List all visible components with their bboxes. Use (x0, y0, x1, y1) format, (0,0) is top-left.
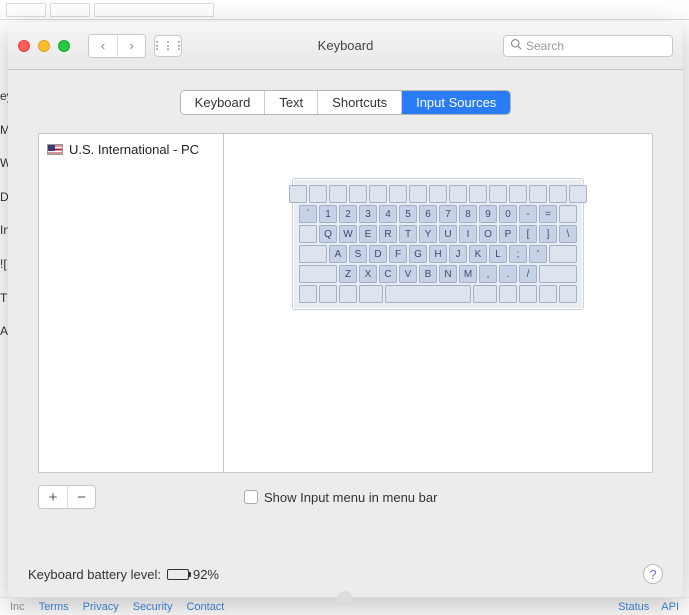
grid-icon: ⋮⋮⋮ (152, 39, 185, 52)
add-source-button[interactable]: + (39, 486, 67, 508)
sources-list[interactable]: U.S. International - PC (39, 134, 224, 472)
tab-input-sources[interactable]: Input Sources (401, 91, 510, 114)
zoom-icon[interactable] (58, 40, 70, 52)
search-input[interactable] (526, 39, 666, 53)
remove-source-button[interactable]: − (67, 486, 95, 508)
footer-text: Inc (10, 601, 25, 613)
footer-link-contact[interactable]: Contact (186, 601, 224, 613)
battery-icon (167, 569, 189, 580)
nav-back-forward: ‹ › (88, 34, 146, 58)
checkbox-icon (244, 490, 258, 504)
browser-tab-stub (50, 3, 90, 17)
layout-preview: `1234567890-= QWERTYUIOP[]\ ASDFGHJKL;' … (224, 134, 652, 472)
search-field[interactable] (503, 35, 673, 57)
tab-shortcuts[interactable]: Shortcuts (317, 91, 401, 114)
show-all-button[interactable]: ⋮⋮⋮ (154, 35, 182, 57)
footer: Keyboard battery level: 92% ? (28, 564, 663, 584)
preferences-window: ‹ › ⋮⋮⋮ Keyboard Keyboard Text Shortcuts… (8, 22, 683, 598)
us-flag-icon (47, 144, 63, 155)
source-label: U.S. International - PC (69, 142, 199, 157)
chevron-left-icon: ‹ (101, 38, 105, 53)
show-input-menu-checkbox[interactable]: Show Input menu in menu bar (244, 490, 437, 505)
add-remove-group: + − (38, 485, 96, 509)
tab-keyboard[interactable]: Keyboard (181, 91, 265, 114)
footer-link-privacy[interactable]: Privacy (83, 601, 119, 613)
close-icon[interactable] (18, 40, 30, 52)
battery-label: Keyboard battery level: (28, 567, 161, 582)
search-icon (510, 37, 522, 55)
tabs: Keyboard Text Shortcuts Input Sources (38, 90, 653, 115)
tab-text[interactable]: Text (264, 91, 317, 114)
page-footer: Inc Terms Privacy Security Contact Statu… (0, 597, 689, 615)
help-button[interactable]: ? (643, 564, 663, 584)
browser-tab-stub (6, 3, 46, 17)
footer-link-api[interactable]: API (661, 601, 679, 613)
keyboard-diagram: `1234567890-= QWERTYUIOP[]\ ASDFGHJKL;' … (292, 178, 584, 310)
minimize-icon[interactable] (38, 40, 50, 52)
footer-link-security[interactable]: Security (133, 601, 173, 613)
browser-toolbar (0, 0, 689, 20)
traffic-lights (18, 40, 70, 52)
back-button[interactable]: ‹ (89, 35, 117, 57)
forward-button[interactable]: › (117, 35, 145, 57)
fn-row (299, 185, 577, 203)
battery-percent: 92% (193, 567, 219, 582)
browser-tab-stub (94, 3, 214, 17)
titlebar: ‹ › ⋮⋮⋮ Keyboard (8, 22, 683, 70)
checkbox-label: Show Input menu in menu bar (264, 490, 437, 505)
footer-link-terms[interactable]: Terms (39, 601, 69, 613)
input-sources-panel: U.S. International - PC `1234567890-= QW… (38, 133, 653, 473)
chevron-right-icon: › (129, 38, 133, 53)
source-item[interactable]: U.S. International - PC (39, 140, 223, 159)
footer-link-status[interactable]: Status (618, 601, 649, 613)
